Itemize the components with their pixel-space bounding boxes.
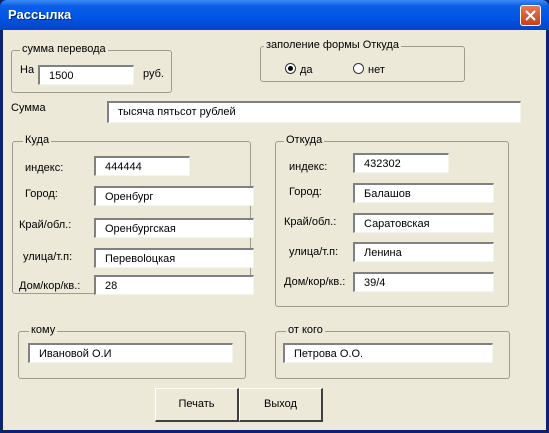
from-city-input[interactable]: Балашов bbox=[353, 183, 494, 203]
to-index-input[interactable]: 444444 bbox=[94, 156, 190, 176]
amount-prefix-label: На bbox=[20, 64, 35, 76]
from-house-label: Дом/кор/кв.: bbox=[284, 276, 346, 288]
to-index-label: индекс: bbox=[25, 162, 64, 174]
form-fill-from-group: заполение формы Откуда да нет bbox=[260, 39, 465, 82]
sender-group-label: от кого bbox=[286, 324, 325, 336]
to-house-label: Дом/кор/кв.: bbox=[19, 280, 81, 292]
radio-no-label[interactable]: нет bbox=[368, 64, 385, 76]
recipient-group-label: кому bbox=[29, 324, 58, 336]
to-house-input[interactable]: 28 bbox=[94, 275, 254, 295]
mailing-window: Рассылка сумма перевода На 1500 руб. зап… bbox=[0, 0, 549, 433]
close-icon bbox=[525, 10, 536, 21]
window-title: Рассылка bbox=[8, 7, 72, 22]
destination-group: Куда индекс: 444444 Город: Оренбург Край… bbox=[12, 134, 254, 295]
radio-yes[interactable] bbox=[285, 63, 296, 74]
to-region-input[interactable]: Оренбургская bbox=[94, 218, 254, 238]
title-bar[interactable]: Рассылка bbox=[0, 0, 549, 30]
from-region-label: Край/обл.: bbox=[284, 216, 337, 228]
print-button[interactable]: Печать bbox=[155, 388, 239, 422]
to-city-label: Город: bbox=[25, 188, 58, 200]
currency-label: руб. bbox=[143, 68, 164, 80]
from-street-input[interactable]: Ленина bbox=[353, 242, 494, 262]
recipient-group: кому Ивановой О.И bbox=[18, 324, 246, 379]
to-region-label: Край/обл.: bbox=[19, 219, 72, 231]
from-index-label: индекс: bbox=[289, 161, 328, 173]
to-street-label: улица/т.п: bbox=[23, 251, 73, 263]
from-street-label: улица/т.п: bbox=[289, 246, 339, 258]
close-button[interactable] bbox=[520, 5, 541, 26]
sum-text-input[interactable]: тысяча пятьсот рублей bbox=[107, 101, 521, 123]
from-city-label: Город: bbox=[289, 186, 322, 198]
amount-input[interactable]: 1500 bbox=[38, 65, 134, 85]
transfer-amount-group-label: сумма перевода bbox=[20, 43, 108, 55]
recipient-input[interactable]: Ивановой О.И bbox=[28, 343, 233, 363]
from-house-input[interactable]: 39/4 bbox=[353, 272, 494, 292]
sender-input[interactable]: Петрова О.О. bbox=[283, 343, 493, 363]
sender-group: от кого Петрова О.О. bbox=[275, 324, 510, 379]
from-region-input[interactable]: Саратовская bbox=[353, 213, 494, 233]
from-index-input[interactable]: 432302 bbox=[353, 153, 449, 173]
origin-group-label: Откуда bbox=[284, 134, 325, 146]
radio-no[interactable] bbox=[353, 63, 364, 74]
destination-group-label: Куда bbox=[23, 134, 52, 146]
sum-label: Сумма bbox=[11, 102, 46, 114]
exit-button[interactable]: Выход bbox=[239, 388, 323, 422]
to-street-input[interactable]: Перевolоцкая bbox=[94, 248, 254, 268]
form-body: сумма перевода На 1500 руб. заполение фо… bbox=[3, 30, 546, 430]
transfer-amount-group: сумма перевода На 1500 руб. bbox=[11, 43, 172, 93]
form-fill-from-group-label: заполение формы Откуда bbox=[264, 39, 401, 51]
radio-yes-label[interactable]: да bbox=[300, 64, 313, 76]
origin-group: Откуда индекс: 432302 Город: Балашов Кра… bbox=[275, 134, 509, 307]
to-city-input[interactable]: Оренбург bbox=[94, 186, 254, 206]
